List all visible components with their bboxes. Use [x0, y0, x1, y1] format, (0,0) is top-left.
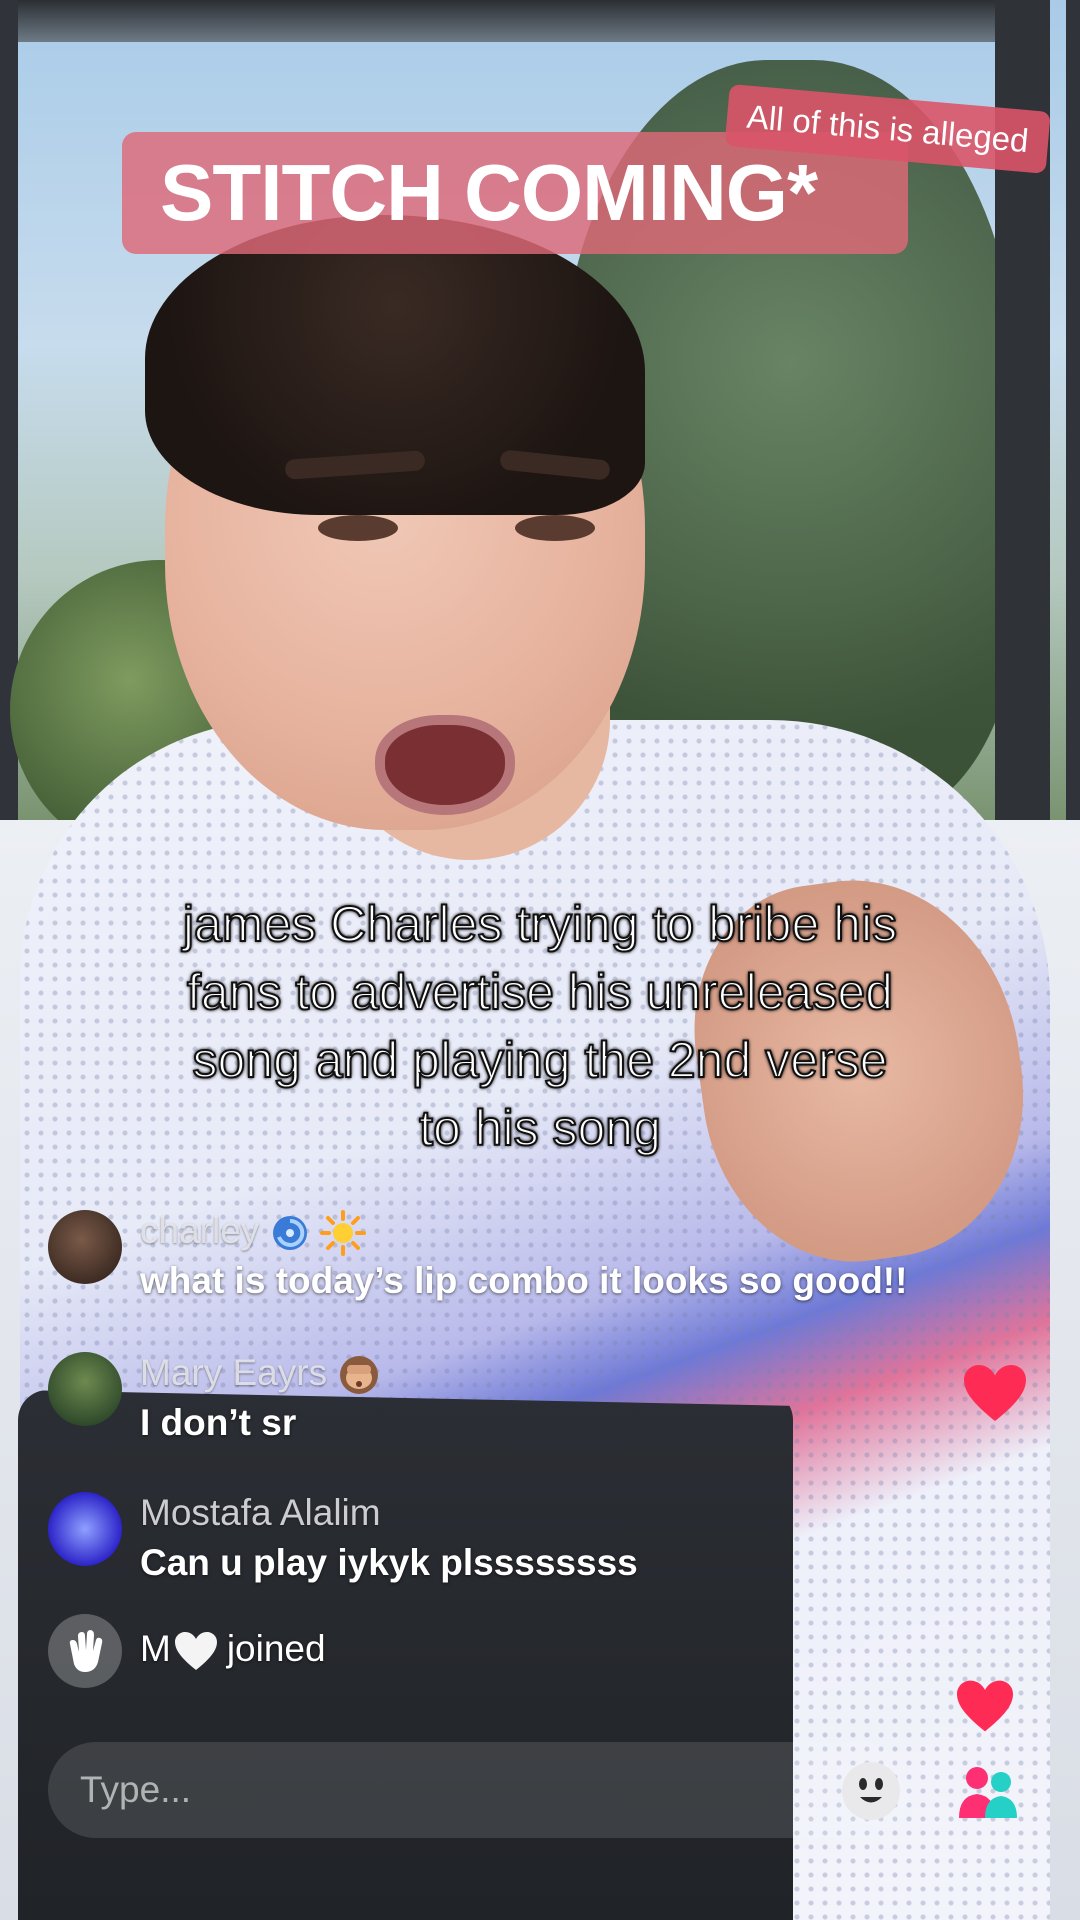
join-text: Mjoined	[140, 1628, 326, 1672]
alleged-tag-text: All of this is alleged	[745, 97, 1031, 160]
chat-text: I don’t sr	[140, 1402, 297, 1443]
comment-placeholder: Type...	[80, 1769, 192, 1810]
heart-icon	[957, 1680, 1013, 1732]
avatar[interactable]	[48, 1352, 122, 1426]
chat-text: Can u play iykyk plssssssss	[140, 1542, 638, 1583]
gift-button[interactable]	[955, 1760, 1021, 1826]
video-caption: james Charles trying to bribe his fans t…	[182, 895, 898, 1157]
chat-username[interactable]: Mostafa Alalim	[140, 1492, 381, 1534]
heart-icon	[964, 1364, 1026, 1422]
gift-icon	[959, 1767, 1017, 1818]
avatar[interactable]	[48, 1492, 122, 1566]
cyclone-icon	[272, 1216, 307, 1251]
monkey-icon	[340, 1356, 379, 1395]
avatar[interactable]	[48, 1210, 122, 1284]
chat-username[interactable]: Mary Eayrs	[140, 1352, 381, 1397]
stitch-banner-text: STITCH COMING*	[160, 148, 818, 237]
emoji-icon	[859, 1778, 883, 1803]
sun-icon	[319, 1210, 366, 1257]
chat-text: what is today’s lip combo it looks so go…	[140, 1260, 908, 1301]
emoji-button[interactable]	[842, 1762, 900, 1820]
wave-icon	[48, 1614, 122, 1688]
chat-username[interactable]: charley	[140, 1210, 366, 1257]
comment-input[interactable]: Type...	[48, 1742, 910, 1838]
white-heart-icon	[174, 1632, 217, 1671]
